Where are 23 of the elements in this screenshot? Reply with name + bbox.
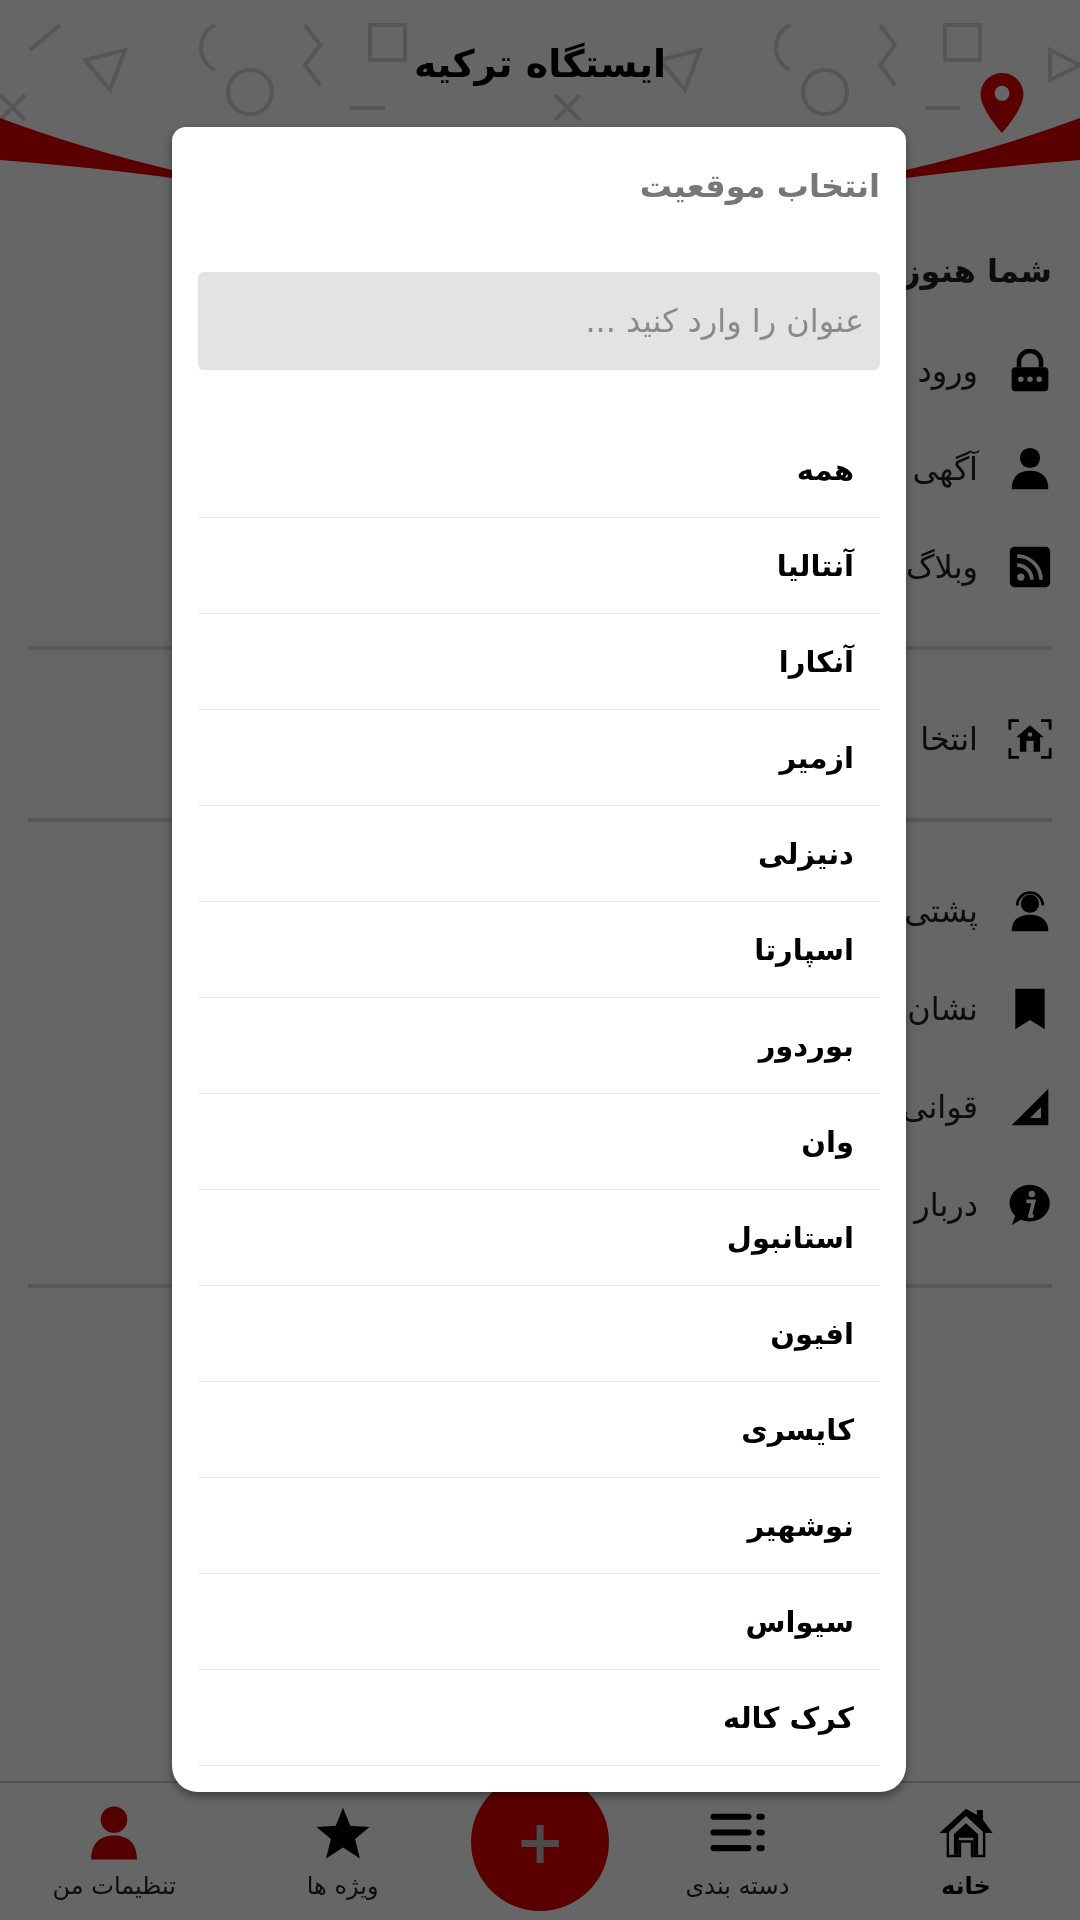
location-option[interactable]: کایسری <box>198 1382 880 1478</box>
info-bubble-icon <box>1008 1183 1052 1227</box>
location-option[interactable]: آنکارا <box>198 614 880 710</box>
location-option[interactable]: نوشهیر <box>198 1478 880 1574</box>
login-notice: شما هنوز <box>902 252 1052 292</box>
location-option[interactable]: بوردور <box>198 998 880 1094</box>
nav-tab[interactable]: خانه <box>865 1803 1066 1900</box>
location-option[interactable]: همه <box>198 422 880 518</box>
house-frame-icon <box>1008 717 1052 761</box>
search-field[interactable]: عنوان را وارد کنید ... <box>198 272 880 370</box>
location-option[interactable]: کرک کاله <box>198 1670 880 1766</box>
location-pin-icon <box>980 73 1024 133</box>
dialog-title: انتخاب موقعیت <box>639 167 880 207</box>
location-option[interactable]: وان <box>198 1094 880 1190</box>
location-option[interactable]: ازمیر <box>198 710 880 806</box>
location-option[interactable]: استانبول <box>198 1190 880 1286</box>
location-option[interactable]: آنتالیا <box>198 518 880 614</box>
location-option[interactable]: افیون <box>198 1286 880 1382</box>
location-option[interactable]: سیواس <box>198 1574 880 1670</box>
location-option[interactable]: دنیزلی <box>198 806 880 902</box>
location-option[interactable]: اسپارتا <box>198 902 880 998</box>
app-title: ایستگاه ترکیه <box>413 42 667 88</box>
rss-icon <box>1008 545 1052 589</box>
